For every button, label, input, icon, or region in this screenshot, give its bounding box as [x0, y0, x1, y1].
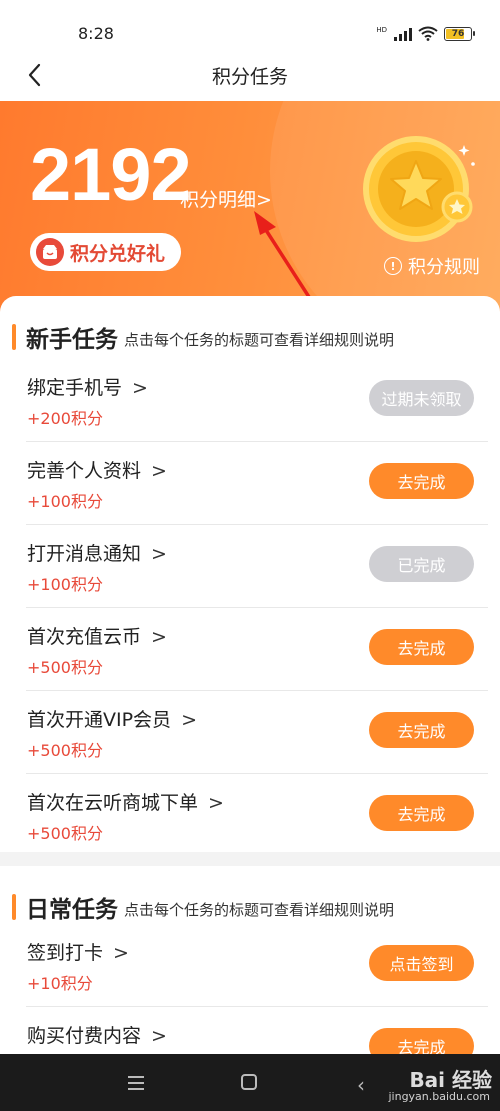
task-title[interactable]: 首次在云听商城下单 >	[27, 788, 224, 815]
section-header: 新手任务 点击每个任务的标题可查看详细规则说明	[12, 320, 394, 354]
task-title-label: 首次充值云币	[27, 626, 142, 648]
task-points: +100积分	[27, 575, 103, 594]
section-accent-bar	[12, 894, 16, 920]
watermark-url: jingyan.baidu.com	[388, 1090, 490, 1103]
task-title[interactable]: 首次开通VIP会员 >	[27, 705, 197, 732]
section-accent-bar	[12, 324, 16, 350]
task-points: +10积分	[27, 974, 93, 993]
points-rules-label: 积分规则	[408, 257, 480, 278]
task-row: 首次开通VIP会员 > +500积分 去完成	[0, 691, 500, 774]
task-action-button[interactable]: 去完成	[369, 463, 474, 499]
redeem-gift-label: 积分兑好礼	[70, 242, 166, 265]
task-title-label: 购买付费内容	[27, 1025, 142, 1047]
status-bar: 8:28 HD 76	[0, 0, 500, 50]
section-title: 日常任务	[26, 897, 118, 923]
section-title: 新手任务	[26, 327, 118, 353]
redeem-gift-button[interactable]: 积分兑好礼	[30, 233, 181, 271]
task-action-button[interactable]: 去完成	[369, 712, 474, 748]
section-subtitle: 点击每个任务的标题可查看详细规则说明	[124, 900, 395, 919]
task-row: 首次充值云币 > +500积分 去完成	[0, 608, 500, 691]
task-title[interactable]: 完善个人资料 >	[27, 456, 167, 483]
newbie-tasks-section: 新手任务 点击每个任务的标题可查看详细规则说明 绑定手机号 > +200积分 过期…	[0, 296, 500, 852]
task-title-label: 签到打卡	[27, 942, 104, 964]
page-title: 积分任务	[211, 66, 288, 88]
task-title-label: 打开消息通知	[27, 543, 142, 565]
chevron-right-icon: >	[151, 626, 167, 648]
chevron-right-icon: >	[132, 377, 148, 399]
hd-indicator: HD	[376, 26, 387, 34]
status-icons: HD 76	[376, 26, 475, 41]
info-icon: !	[384, 257, 402, 275]
wifi-icon	[418, 26, 438, 41]
task-title-label: 完善个人资料	[27, 460, 142, 482]
battery-icon: 76	[444, 26, 475, 41]
task-title[interactable]: 签到打卡 >	[27, 938, 129, 965]
task-row: 打开消息通知 > +100积分 已完成	[0, 525, 500, 608]
task-title[interactable]: 首次充值云币 >	[27, 622, 167, 649]
chevron-right-icon: >	[208, 792, 224, 814]
task-points: +500积分	[27, 658, 103, 677]
task-action-button[interactable]: 过期未领取	[369, 380, 474, 416]
task-points: +200积分	[27, 409, 103, 428]
watermark-logo: Bai 经验	[409, 1068, 492, 1092]
status-time: 8:28	[78, 24, 114, 43]
gift-shop-icon	[36, 238, 64, 266]
points-rules-link[interactable]: ! 积分规则	[384, 253, 480, 279]
points-total: 2192	[30, 133, 192, 216]
recent-apps-icon[interactable]	[128, 1076, 144, 1094]
task-action-button[interactable]: 已完成	[369, 546, 474, 582]
task-points: +100积分	[27, 492, 103, 511]
system-nav-bar: ‹ Bai 经验 jingyan.baidu.com	[0, 1054, 500, 1111]
chevron-right-icon: >	[181, 709, 197, 731]
chevron-right-icon: >	[113, 942, 129, 964]
section-subtitle: 点击每个任务的标题可查看详细规则说明	[124, 330, 395, 349]
task-title[interactable]: 绑定手机号 >	[27, 373, 148, 400]
task-points: +500积分	[27, 741, 103, 760]
task-row: 签到打卡 > +10积分 点击签到	[0, 924, 500, 1007]
chevron-right-icon: >	[151, 543, 167, 565]
task-row: 绑定手机号 > +200积分 过期未领取	[0, 359, 500, 442]
task-action-button[interactable]: 去完成	[369, 629, 474, 665]
chevron-right-icon: >	[151, 460, 167, 482]
page: 8:28 HD 76 积分任务 2192 积分明细> 积分兑好礼 ! 积分规则 …	[0, 0, 500, 1111]
nav-bar: 积分任务	[0, 50, 500, 102]
task-row: 首次在云听商城下单 > +500积分 去完成	[0, 774, 500, 857]
task-action-button[interactable]: 点击签到	[369, 945, 474, 981]
task-title[interactable]: 购买付费内容 >	[27, 1021, 167, 1048]
task-action-button[interactable]: 去完成	[369, 795, 474, 831]
gold-star-coin-icon	[363, 136, 475, 242]
task-title-label: 首次在云听商城下单	[27, 792, 199, 814]
chevron-right-icon: >	[151, 1025, 167, 1047]
home-icon[interactable]	[241, 1074, 257, 1090]
section-header: 日常任务 点击每个任务的标题可查看详细规则说明	[12, 890, 394, 924]
task-title-label: 首次开通VIP会员	[27, 709, 172, 731]
task-points: +500积分	[27, 824, 103, 843]
battery-level: 76	[451, 28, 465, 39]
task-title[interactable]: 打开消息通知 >	[27, 539, 167, 566]
task-row: 完善个人资料 > +100积分 去完成	[0, 442, 500, 525]
task-title-label: 绑定手机号	[27, 377, 123, 399]
signal-icon	[394, 27, 412, 41]
system-back-icon[interactable]: ‹	[357, 1073, 365, 1097]
